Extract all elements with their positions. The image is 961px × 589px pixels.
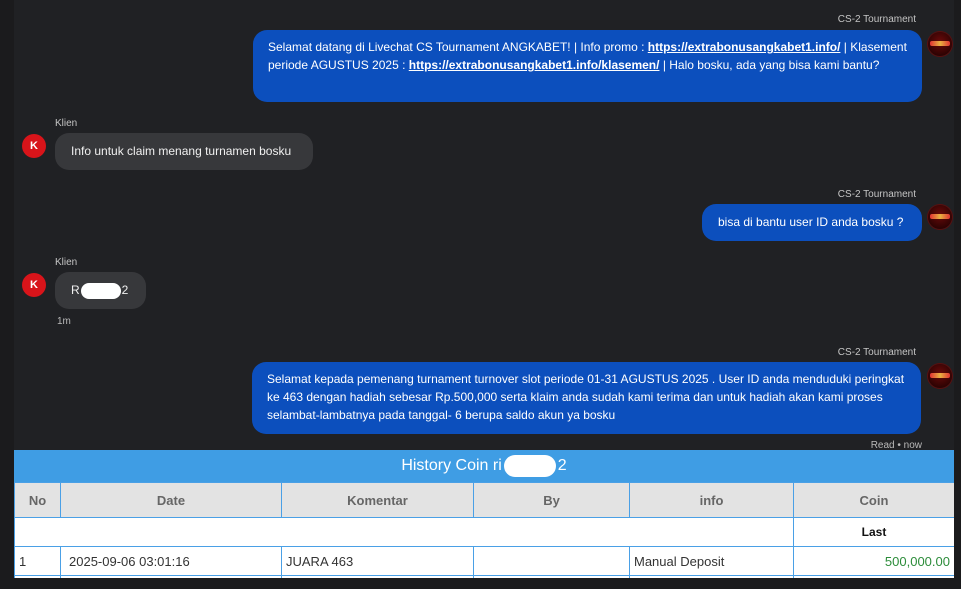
history-title-text: 2 xyxy=(557,457,567,474)
sender-label: CS-2 Tournament xyxy=(837,189,916,200)
sender-label: CS-2 Tournament xyxy=(837,14,916,25)
agent-message-bubble: bisa di bantu user ID anda bosku ? xyxy=(702,204,922,241)
angkabet-logo-icon xyxy=(928,205,952,229)
angkabet-logo-icon xyxy=(928,32,952,56)
klasemen-link[interactable]: https://extrabonusangkabet1.info/klaseme… xyxy=(409,58,660,72)
client-message-bubble: Info untuk claim menang turnamen bosku xyxy=(55,133,313,170)
angkabet-logo-icon xyxy=(928,364,952,388)
empty-cell xyxy=(14,517,794,547)
column-header-no[interactable]: No xyxy=(14,482,61,518)
column-header-komentar[interactable]: Komentar xyxy=(281,482,474,518)
bottom-border xyxy=(14,578,954,589)
client-message-bubble: R2 xyxy=(55,272,146,309)
history-table: No Date Komentar By info Coin Last 1 202… xyxy=(14,482,954,578)
client-avatar: K xyxy=(22,273,46,297)
promo-link[interactable]: https://extrabonusangkabet1.info/ xyxy=(648,40,841,54)
chat-panel: CS-2 Tournament Selamat datang di Livech… xyxy=(14,0,954,451)
message-text: R xyxy=(71,283,80,297)
message-time: 1m xyxy=(57,316,71,327)
agent-message-bubble: Selamat datang di Livechat CS Tournament… xyxy=(253,30,922,102)
redaction-mark xyxy=(80,282,121,299)
cell-coin: 500,000.00 xyxy=(793,546,954,576)
message-text: 2 xyxy=(121,283,129,297)
history-title-text: History Coin ri xyxy=(401,457,502,474)
column-header-info[interactable]: info xyxy=(629,482,794,518)
table-header-row: No Date Komentar By info Coin xyxy=(14,482,954,518)
sender-label: Klien xyxy=(55,118,78,129)
cell-by xyxy=(473,546,630,576)
cell-info: Manual Deposit xyxy=(629,546,794,576)
redaction-mark xyxy=(503,455,556,477)
history-title: History Coin ri 2 xyxy=(14,450,954,482)
history-coin-panel: History Coin ri 2 No Date Komentar By inf… xyxy=(14,450,954,578)
agent-message-bubble: Selamat kepada pemenang turnament turnov… xyxy=(252,362,921,434)
table-row: 1 2025-09-06 03:01:16 JUARA 463 Manual D… xyxy=(14,546,954,576)
message-text: Selamat kepada pemenang turnament turnov… xyxy=(267,372,905,422)
sender-label: Klien xyxy=(55,257,78,268)
sender-label: CS-2 Tournament xyxy=(837,347,916,358)
cell-date: 2025-09-06 03:01:16 xyxy=(60,546,282,576)
last-balance-row: Last xyxy=(14,517,954,547)
cell-komentar: JUARA 463 xyxy=(281,546,474,576)
column-header-coin[interactable]: Coin xyxy=(793,482,954,518)
message-text: bisa di bantu user ID anda bosku ? xyxy=(718,215,904,229)
column-header-date[interactable]: Date xyxy=(60,482,282,518)
client-avatar: K xyxy=(22,134,46,158)
cell-no: 1 xyxy=(14,546,61,576)
message-text: | Halo bosku, ada yang bisa kami bantu? xyxy=(659,58,880,72)
message-text: Info untuk claim menang turnamen bosku xyxy=(71,144,292,158)
message-text: Selamat datang di Livechat CS Tournament… xyxy=(268,40,648,54)
last-label: Last xyxy=(793,517,954,547)
column-header-by[interactable]: By xyxy=(473,482,630,518)
